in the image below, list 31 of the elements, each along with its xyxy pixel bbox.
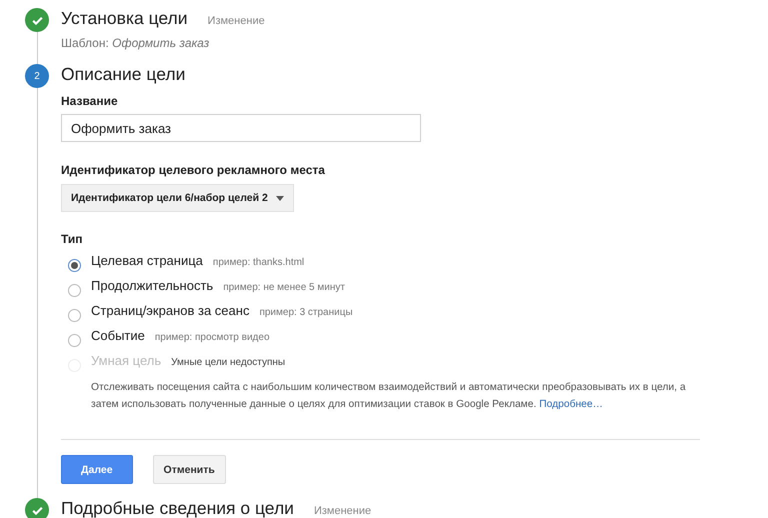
option-label: Умная цель <box>91 353 162 368</box>
step-number-badge: 2 <box>25 64 49 88</box>
radio-button[interactable] <box>68 334 81 347</box>
cancel-button[interactable]: Отменить <box>152 455 226 484</box>
more-link[interactable]: Подробнее… <box>539 399 603 410</box>
next-button[interactable]: Далее <box>61 455 133 484</box>
edit-link[interactable]: Изменение <box>314 505 372 517</box>
smart-goal-description: Отслеживать посещения сайта с наибольшим количеством взаимодействий и автоматически преобразовывать их в цели, а затем использовать полученные данные о целях для оптимизации ставок в Google Рекламе. Подробнее… <box>91 381 687 412</box>
slot-dropdown[interactable]: Идентификатор цели 6/набор целей 2 <box>61 184 294 212</box>
field-label: Идентификатор целевого рекламного места <box>61 163 326 177</box>
radio-button[interactable] <box>68 284 81 297</box>
option-label: Страниц/экранов за сеанс <box>91 303 250 318</box>
option-hint: пример: просмотр видео <box>154 332 270 343</box>
step-title: Установка цели <box>61 8 188 29</box>
option-label: Событие <box>91 328 145 343</box>
field-label: Тип <box>61 232 84 246</box>
radio-button[interactable] <box>68 309 81 322</box>
option-hint: пример: не менее 5 минут <box>223 282 345 293</box>
radio-button[interactable] <box>68 259 81 272</box>
option-hint: Умные цели недоступны <box>171 357 286 368</box>
edit-link[interactable]: Изменение <box>208 15 265 27</box>
name-input[interactable]: Оформить заказ <box>61 114 421 142</box>
option-label: Продолжительность <box>91 278 214 293</box>
option-label: Целевая страница <box>91 253 203 268</box>
option-hint: пример: thanks.html <box>212 257 304 268</box>
template-summary: Шаблон: Оформить заказ <box>61 36 210 50</box>
caret-icon <box>276 196 284 200</box>
field-label: Название <box>61 94 119 108</box>
option-hint: пример: 3 страницы <box>259 307 353 318</box>
step-title: Подробные сведения о цели <box>61 498 294 518</box>
step-title: Описание цели <box>61 64 186 85</box>
